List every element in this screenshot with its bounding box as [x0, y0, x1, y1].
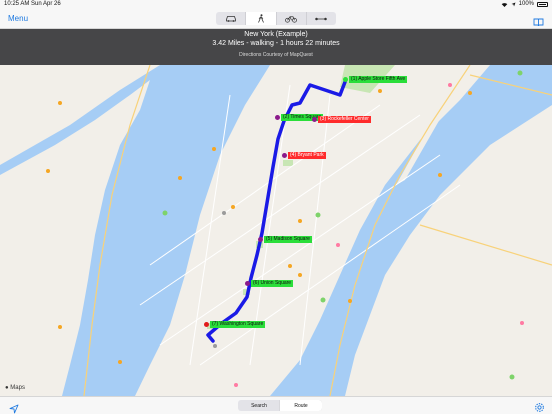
- route-summary: 3.42 Miles - walking - 1 hours 22 minute…: [212, 40, 340, 47]
- maps-attribution: ● Maps: [5, 385, 25, 391]
- locate-me-button[interactable]: [9, 401, 19, 414]
- mode-car[interactable]: [216, 12, 247, 25]
- stop-pin-2[interactable]: [275, 115, 280, 120]
- directions-credit: Directions Courtesy of MapQuest: [239, 52, 313, 58]
- status-time: 10:25 AM: [4, 1, 30, 7]
- bike-icon: [285, 15, 297, 23]
- stop-pin-6[interactable]: [245, 281, 250, 286]
- walk-icon: [258, 14, 264, 23]
- location-arrow-icon: [9, 404, 19, 414]
- transport-mode-selector: [216, 12, 336, 25]
- route-line-icon: [315, 17, 328, 20]
- search-route-selector: Search Route: [238, 400, 322, 411]
- book-icon: [533, 18, 544, 27]
- navigation-bar: Menu: [0, 9, 552, 29]
- apple-logo-icon: ●: [5, 385, 9, 391]
- maps-attribution-text: Maps: [10, 385, 25, 391]
- stop-label-2[interactable]: (2) Times Square: [281, 114, 324, 121]
- stop-label-6[interactable]: (6) Union Square: [251, 280, 294, 287]
- tab-search[interactable]: Search: [238, 400, 280, 411]
- tab-route[interactable]: Route: [280, 400, 322, 411]
- bottom-toolbar: Search Route: [0, 396, 552, 414]
- stop-pin-3[interactable]: [312, 117, 317, 122]
- gear-icon: [535, 403, 544, 412]
- stop-pin-1[interactable]: [343, 77, 348, 82]
- stop-label-4[interactable]: (4) Bryant Park: [288, 152, 326, 159]
- status-date: Sun Apr 26: [31, 1, 61, 7]
- mode-bike[interactable]: [277, 12, 307, 25]
- route-title: New York (Example): [244, 31, 308, 38]
- stop-pin-5[interactable]: [258, 237, 263, 242]
- status-indicators: 100%: [501, 1, 548, 7]
- stop-pin-7[interactable]: [204, 322, 209, 327]
- stop-label-7[interactable]: (7) Washington Square: [210, 321, 266, 328]
- bryant-park: [283, 160, 293, 166]
- menu-button[interactable]: Menu: [8, 14, 28, 23]
- car-icon: [225, 16, 236, 22]
- status-time-date: 10:25 AM Sun Apr 26: [4, 1, 61, 7]
- stop-label-1[interactable]: (1) Apple Store Fifth Ave: [349, 76, 408, 83]
- stop-label-3[interactable]: (3) Rockefeller Center: [318, 116, 371, 123]
- battery-icon: [537, 1, 548, 7]
- stop-label-5[interactable]: (5) Madison Square: [264, 236, 312, 243]
- map-view[interactable]: (1) Apple Store Fifth Ave (2) Times Squa…: [0, 65, 552, 396]
- status-bar: 10:25 AM Sun Apr 26 100%: [0, 0, 552, 9]
- directions-banner: New York (Example) 3.42 Miles - walking …: [0, 29, 552, 65]
- wifi-icon: [501, 2, 507, 7]
- mode-walk[interactable]: [246, 12, 277, 25]
- battery-percent: 100%: [518, 1, 534, 7]
- settings-button[interactable]: [534, 400, 545, 414]
- stop-pin-4[interactable]: [282, 153, 287, 158]
- location-arrow-icon: [511, 2, 516, 6]
- mode-route-line[interactable]: [307, 12, 336, 25]
